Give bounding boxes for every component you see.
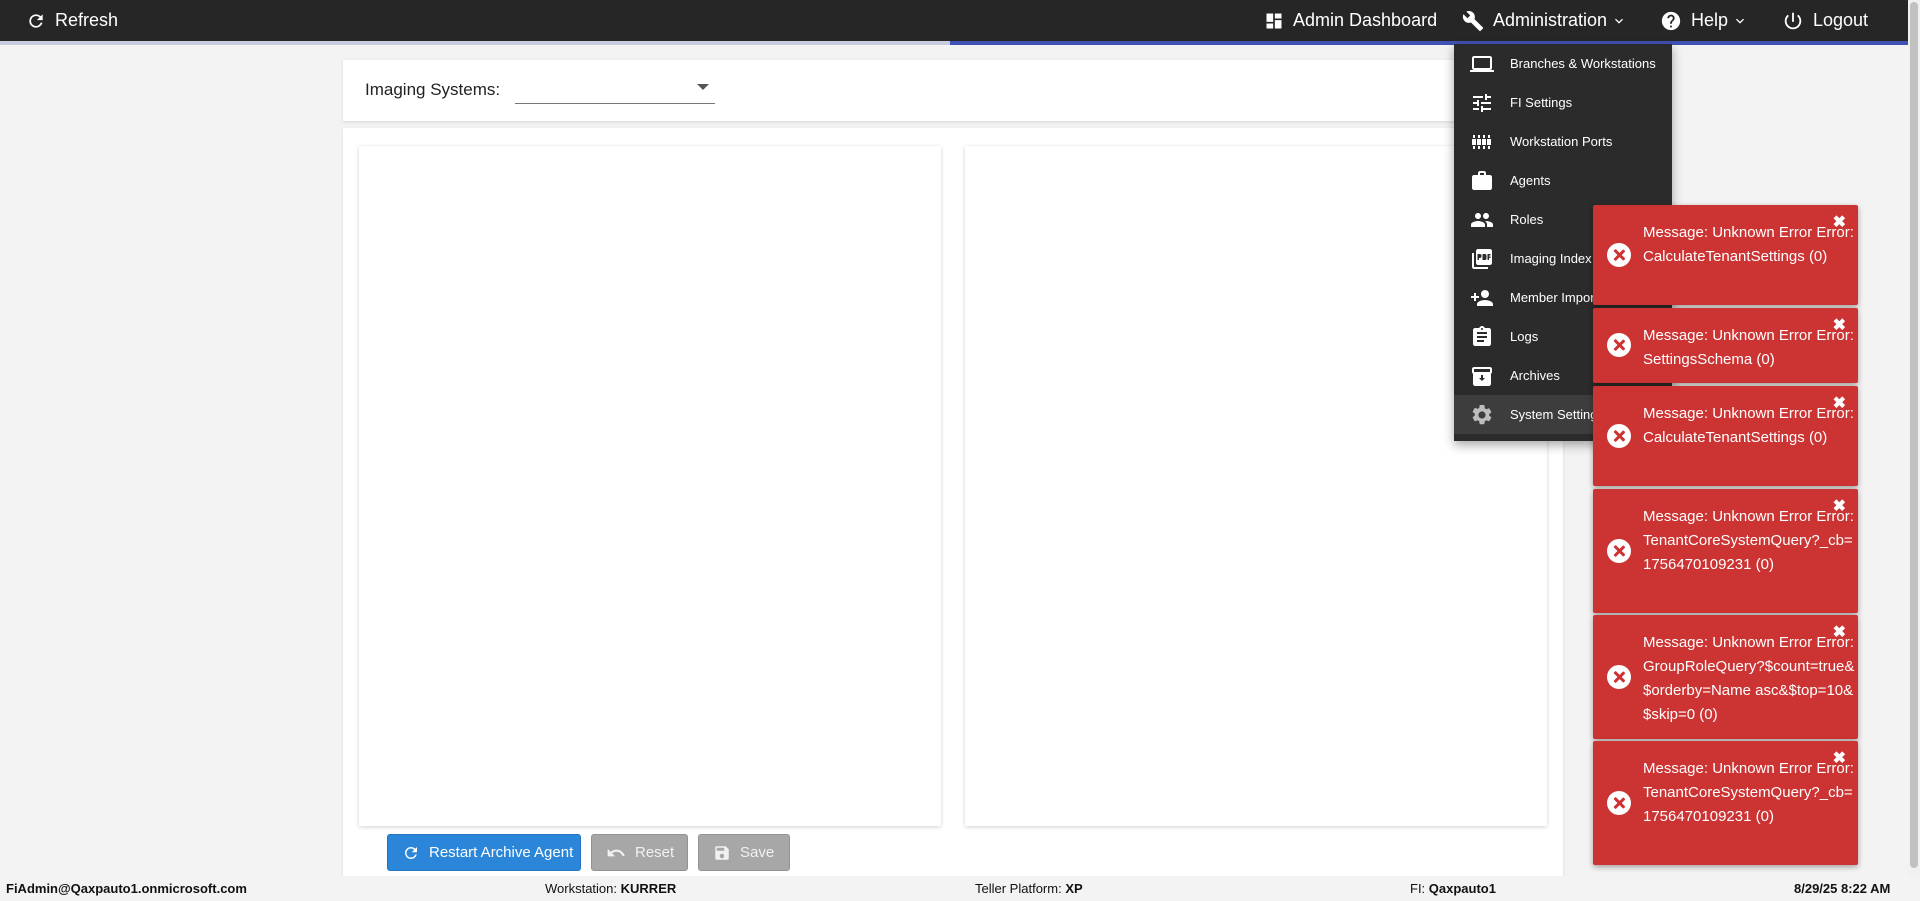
refresh-icon [405, 846, 417, 859]
administration-menu-toggle[interactable]: Administration [1462, 0, 1627, 41]
toast-message: Message: Unknown Error Error: GroupRoleQ… [1643, 634, 1855, 723]
error-toast: Message: Unknown Error Error: TenantCore… [1593, 489, 1858, 613]
chevron-down-icon [1615, 18, 1624, 24]
toast-message: Message: Unknown Error Error: TenantCore… [1643, 508, 1854, 573]
refresh-label: Refresh [55, 10, 119, 30]
restart-archive-agent-button[interactable]: Restart Archive Agent [387, 834, 581, 871]
error-toast: Message: Unknown Error Error: TenantCore… [1593, 741, 1858, 865]
error-icon [1607, 333, 1631, 357]
status-workstation: Workstation: KURRER [545, 881, 677, 896]
imaging-systems-label: Imaging Systems: [365, 80, 501, 99]
briefcase-icon [1472, 170, 1492, 190]
clipboard-icon [1473, 325, 1491, 346]
archive-settings-card: Restart Archive Agent Reset Save [343, 128, 1563, 878]
menu-item-fi-settings[interactable]: FI Settings [1454, 83, 1672, 122]
help-icon [1661, 11, 1681, 30]
scrollbar-thumb[interactable] [1910, 2, 1918, 868]
menu-item-label: Logs [1510, 329, 1539, 344]
save-icon [715, 845, 729, 860]
pdf-icon [1472, 248, 1492, 269]
menu-item-label: System Settings [1510, 407, 1604, 422]
error-icon [1607, 539, 1631, 563]
error-icon [1607, 791, 1631, 815]
sliders-icon [1473, 93, 1491, 112]
close-icon[interactable]: ✖ [1833, 499, 1846, 515]
refresh-icon [29, 13, 43, 28]
menu-item-label: Roles [1510, 212, 1544, 227]
menu-item-label: Workstation Ports [1510, 134, 1613, 149]
close-icon[interactable]: ✖ [1833, 318, 1846, 334]
help-menu-toggle[interactable]: Help [1660, 0, 1748, 41]
imaging-systems-card: Imaging Systems: [343, 60, 1563, 121]
status-fi: FI: Qaxpauto1 [1410, 881, 1496, 896]
laptop-icon [1470, 55, 1494, 72]
undo-icon [607, 848, 625, 856]
close-icon[interactable]: ✖ [1833, 215, 1846, 231]
close-icon[interactable]: ✖ [1833, 396, 1846, 412]
menu-item-label: Branches & Workstations [1510, 56, 1656, 71]
menu-item-label: FI Settings [1510, 95, 1573, 110]
chevron-down-icon [1736, 18, 1745, 24]
administration-label: Administration [1493, 10, 1608, 30]
error-icon [1607, 243, 1631, 267]
close-icon[interactable]: ✖ [1833, 625, 1846, 641]
power-icon [1784, 12, 1802, 29]
status-bar: FiAdmin@Qaxpauto1.onmicrosoft.com Workst… [0, 876, 1920, 901]
reset-button[interactable]: Reset [591, 834, 688, 871]
ports-icon [1472, 134, 1491, 149]
dashboard-icon [1266, 13, 1282, 28]
page-scrollbar[interactable] [1908, 0, 1920, 876]
gear-icon [1472, 404, 1492, 424]
menu-item-label: Member Import [1510, 290, 1599, 305]
wrench-icon [1462, 10, 1484, 31]
status-teller-platform: Teller Platform: XP [975, 881, 1083, 896]
status-datetime: 8/29/25 8:22 AM [1794, 881, 1891, 896]
status-user: FiAdmin@Qaxpauto1.onmicrosoft.com [6, 881, 247, 896]
menu-item-branches-workstations[interactable]: Branches & Workstations [1454, 44, 1672, 83]
loading-progress-fill [950, 41, 1920, 45]
refresh-button[interactable]: Refresh [26, 0, 118, 41]
help-label: Help [1691, 10, 1729, 30]
menu-item-agents[interactable]: Agents [1454, 161, 1672, 200]
person-add-icon [1471, 289, 1493, 306]
menu-item-label: Imaging Index [1510, 251, 1592, 266]
error-toast: Message: Unknown Error Error: GroupRoleQ… [1593, 615, 1858, 739]
archive-icon [1472, 366, 1492, 386]
left-panel [359, 146, 941, 826]
error-toast: Message: Unknown Error Error: CalculateT… [1593, 386, 1858, 486]
people-icon [1471, 212, 1493, 227]
admin-dashboard-label: Admin Dashboard [1293, 10, 1438, 30]
menu-item-label: Agents [1510, 173, 1551, 188]
error-toast: Message: Unknown Error Error: CalculateT… [1593, 205, 1858, 305]
error-icon [1607, 665, 1631, 689]
close-icon[interactable]: ✖ [1833, 751, 1846, 767]
logout-button[interactable]: Logout [1782, 0, 1868, 41]
toast-message: Message: Unknown Error Error: TenantCore… [1643, 760, 1854, 825]
menu-item-label: Archives [1510, 368, 1560, 383]
restart-archive-agent-label: Restart Archive Agent [429, 844, 574, 861]
save-button[interactable]: Save [698, 834, 790, 871]
imaging-systems-select[interactable] [515, 74, 715, 104]
toast-message: Message: Unknown Error Error: CalculateT… [1643, 405, 1854, 446]
reset-label: Reset [635, 844, 675, 861]
toast-message: Message: Unknown Error Error: SettingsSc… [1643, 327, 1854, 368]
menu-item-workstation-ports[interactable]: Workstation Ports [1454, 122, 1672, 161]
error-icon [1607, 424, 1631, 448]
top-navigation-bar: Refresh Admin Dashboard Administration H… [0, 0, 1920, 41]
dropdown-arrow-icon [697, 84, 709, 90]
error-toast: Message: Unknown Error Error: SettingsSc… [1593, 308, 1858, 383]
toast-message: Message: Unknown Error Error: CalculateT… [1643, 224, 1854, 265]
logout-label: Logout [1813, 10, 1869, 30]
save-label: Save [740, 844, 775, 861]
admin-dashboard-link[interactable]: Admin Dashboard [1264, 0, 1437, 41]
